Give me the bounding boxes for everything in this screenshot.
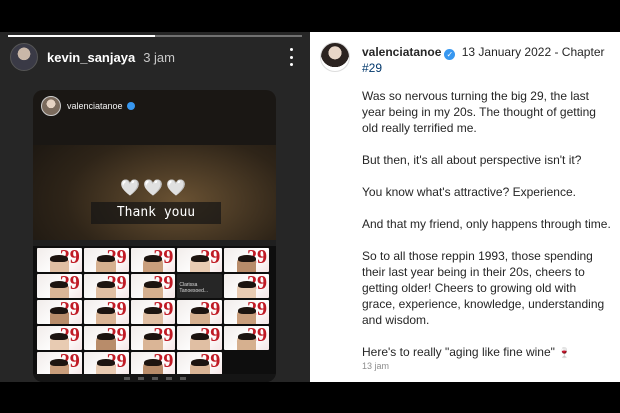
participant-tile: 29: [83, 352, 129, 376]
participant-tile: 29: [130, 274, 176, 298]
story-progress-bar: [8, 35, 302, 37]
caption-header: valenciatanoe ✓ 13 January 2022 - Chapter…: [362, 44, 612, 76]
more-options-icon[interactable]: [286, 48, 296, 66]
wine-glass-icon: 🍷: [558, 348, 571, 359]
participant-tile: 29: [37, 326, 82, 350]
post-time: 13 jam: [362, 361, 390, 371]
participant-tile: 29: [224, 274, 269, 298]
hashtag-link[interactable]: #29: [362, 61, 382, 75]
participant-tile: 29: [130, 248, 176, 272]
participant-tile: 29: [177, 326, 223, 350]
post-date: 13 January 2022 -: [461, 45, 559, 59]
caption-paragraph: But then, it's all about perspective isn…: [362, 153, 582, 167]
participant-tile: 29: [83, 248, 129, 272]
participant-tile: 29: [177, 352, 223, 376]
caption-panel: valenciatanoe ✓ 13 January 2022 - Chapter…: [310, 32, 620, 382]
participant-tile: 29: [37, 352, 82, 376]
story-progress-fill: [8, 35, 155, 37]
participant-tile: 29: [37, 274, 82, 298]
participant-tile: 29: [130, 326, 176, 350]
post-avatar[interactable]: [320, 42, 350, 72]
story-username[interactable]: kevin_sanjaya: [47, 50, 135, 65]
verified-badge-icon: ✓: [444, 49, 456, 60]
participant-tile: 29: [130, 300, 176, 324]
caption-paragraph: You know what's attractive? Experience.: [362, 185, 576, 199]
card-avatar[interactable]: [41, 96, 61, 116]
caption-paragraph: Was so nervous turning the big 29, the l…: [362, 89, 596, 135]
chapter-label: Chapter: [561, 45, 605, 59]
zoom-toolbar: [33, 374, 276, 382]
caption-body: Was so nervous turning the big 29, the l…: [362, 88, 612, 378]
participant-tile: 29: [83, 326, 129, 350]
shared-story-card[interactable]: valenciatanoe 🤍🤍🤍 Thank youu 29 29 29 29 29 2…: [33, 90, 276, 382]
zoom-call-photo: 29 29 29 29 29 29 29 29 Clarissa Tanoesoed... 29 2…: [33, 240, 276, 382]
caption-paragraph: And that my friend, only happens through…: [362, 217, 611, 231]
caption-last-line: Here's to really "aging like fine wine" …: [362, 344, 612, 362]
participant-grid: 29 29 29 29 29 29 29 29 Clarissa Tanoesoed... 29 2…: [37, 248, 269, 376]
screenshot-frame: kevin_sanjaya 3 jam valenciatanoe 🤍🤍🤍 Th…: [0, 0, 620, 413]
last-line-text: Here's to really "aging like fine wine": [362, 345, 555, 359]
hearts-emoji: 🤍🤍🤍: [120, 180, 189, 197]
participant-tile: 29: [177, 248, 223, 272]
card-header: valenciatanoe: [41, 96, 135, 116]
story-avatar[interactable]: [10, 43, 38, 71]
thank-you-sticker: Thank youu: [91, 202, 221, 224]
participant-tile: 29: [37, 300, 82, 324]
participant-tile: 29: [37, 248, 82, 272]
verified-icon: [126, 102, 135, 110]
participant-tile: 29: [83, 274, 129, 298]
participant-tile: 29: [224, 248, 269, 272]
story-panel[interactable]: kevin_sanjaya 3 jam valenciatanoe 🤍🤍🤍 Th…: [0, 32, 310, 382]
participant-tile: 29: [224, 326, 269, 350]
participant-tile: 29: [177, 300, 223, 324]
caption-paragraph: So to all those reppin 1993, those spend…: [362, 249, 605, 327]
story-time: 3 jam: [143, 49, 175, 65]
story-header: kevin_sanjaya 3 jam: [10, 42, 300, 72]
participant-name: Clarissa Tanoesoed...: [179, 282, 209, 294]
participant-tile: 29: [83, 300, 129, 324]
participant-tile: Clarissa Tanoesoed...: [177, 274, 223, 298]
participant-tile: 29: [224, 300, 269, 324]
post-username[interactable]: valenciatanoe: [362, 45, 441, 59]
participant-tile: 29: [130, 352, 176, 376]
zoom-top-bar: [33, 240, 276, 246]
card-username[interactable]: valenciatanoe: [67, 101, 123, 111]
